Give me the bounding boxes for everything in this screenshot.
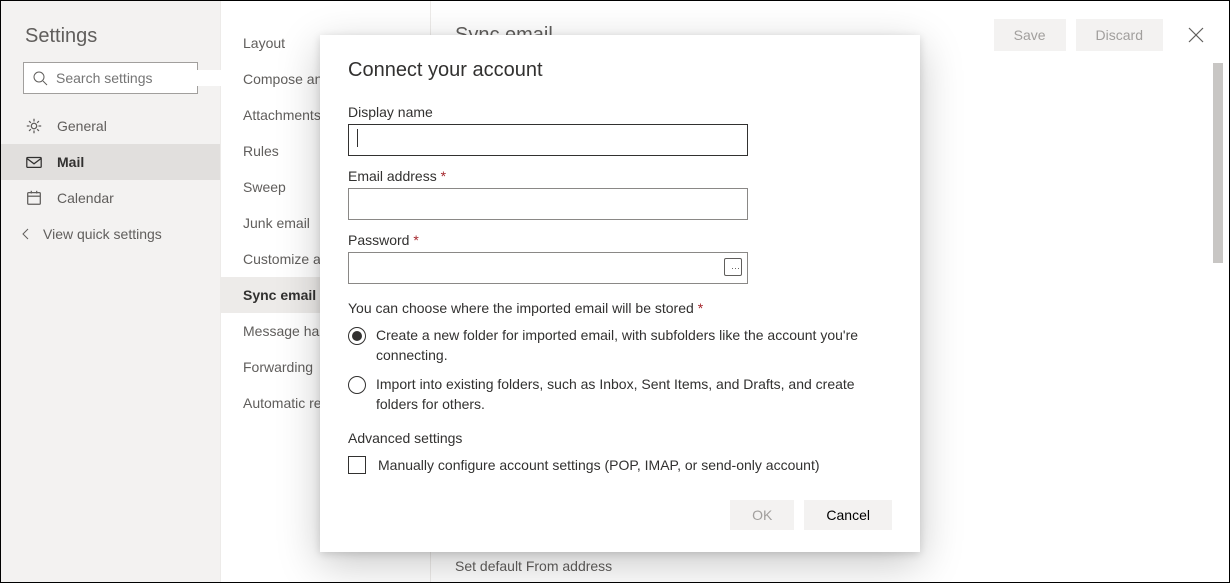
password-manager-icon[interactable]: ⋯ (724, 258, 742, 276)
settings-title: Settings (1, 19, 220, 62)
search-input[interactable] (56, 70, 237, 86)
radio-label: Create a new folder for imported email, … (376, 326, 892, 365)
mail-icon (25, 153, 43, 171)
manual-config-label: Manually configure account settings (POP… (378, 457, 820, 473)
dialog-title: Connect your account (348, 59, 892, 82)
nav-label: General (57, 118, 107, 134)
email-input[interactable] (348, 188, 748, 220)
radio-create-folder[interactable]: Create a new folder for imported email, … (348, 326, 892, 365)
radio-existing-folders[interactable]: Import into existing folders, such as In… (348, 375, 892, 414)
sidebar-item-general[interactable]: General (1, 108, 220, 144)
settings-sidebar: Settings General Mail Calendar View quic… (1, 1, 221, 582)
search-box[interactable] (23, 62, 198, 94)
nav-label: Mail (57, 154, 84, 170)
radio-label: Import into existing folders, such as In… (376, 375, 892, 414)
gear-icon (25, 117, 43, 135)
password-label: Password * (348, 232, 892, 248)
calendar-icon (25, 189, 43, 207)
save-button[interactable]: Save (994, 19, 1066, 51)
store-helper: You can choose where the imported email … (348, 300, 892, 316)
manual-config-checkbox[interactable] (348, 456, 366, 474)
display-name-input[interactable] (348, 124, 748, 156)
sidebar-item-calendar[interactable]: Calendar (1, 180, 220, 216)
radio-button[interactable] (348, 327, 366, 345)
nav-label: Calendar (57, 190, 114, 206)
scrollbar-thumb[interactable] (1213, 63, 1223, 263)
dialog-footer: OK Cancel (348, 500, 892, 530)
radio-button[interactable] (348, 376, 366, 394)
quick-label: View quick settings (43, 226, 162, 242)
view-quick-settings[interactable]: View quick settings (1, 216, 220, 252)
default-from-address[interactable]: Set default From address (455, 550, 612, 582)
close-icon[interactable] (1187, 26, 1205, 44)
email-label: Email address * (348, 168, 892, 184)
ok-button[interactable]: OK (730, 500, 794, 530)
chevron-left-icon (19, 227, 33, 241)
search-icon (32, 70, 48, 86)
sidebar-item-mail[interactable]: Mail (1, 144, 220, 180)
cancel-button[interactable]: Cancel (804, 500, 892, 530)
manual-config-row[interactable]: Manually configure account settings (POP… (348, 456, 892, 474)
advanced-heading: Advanced settings (348, 430, 892, 446)
display-name-label: Display name (348, 104, 892, 120)
scrollbar[interactable] (1213, 63, 1225, 576)
password-input[interactable] (348, 252, 748, 284)
discard-button[interactable]: Discard (1076, 19, 1163, 51)
connect-account-dialog: Connect your account Display name Email … (320, 35, 920, 552)
